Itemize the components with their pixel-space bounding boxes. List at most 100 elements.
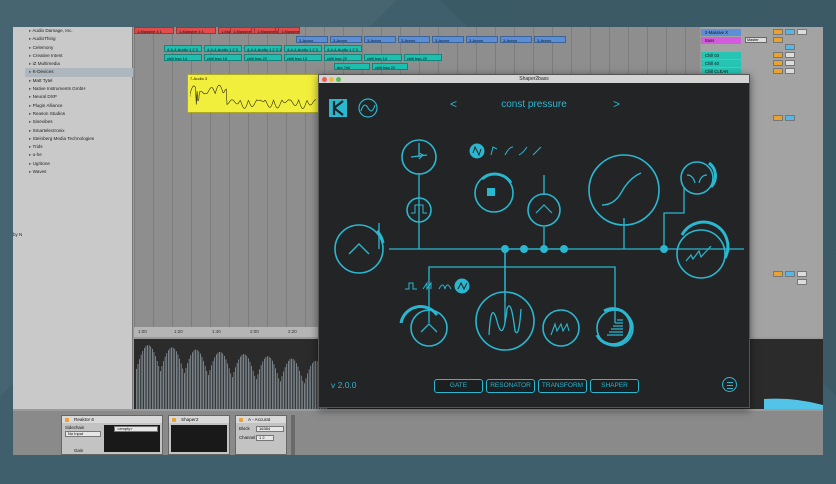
device-reaktor[interactable]: Reaktor 6 Sidechain No Input Gain <empty… <box>61 415 163 455</box>
solo-button[interactable] <box>785 52 795 58</box>
spectrum-bar <box>230 373 232 409</box>
browser-item[interactable]: Creative Intent <box>25 52 133 60</box>
spectrum-bar <box>289 359 291 409</box>
minimize-icon[interactable] <box>329 76 334 82</box>
close-icon[interactable] <box>322 76 327 82</box>
track-name[interactable]: Chill 40 <box>701 60 741 67</box>
browser-item[interactable]: Matt Tytel <box>25 77 133 85</box>
browser-item[interactable]: Ugritone <box>25 160 133 168</box>
device-shaper[interactable]: Shaper2 <box>168 415 230 455</box>
clip[interactable]: 1-Massive 4 1 <box>176 27 216 34</box>
solo-button[interactable] <box>785 29 795 35</box>
spectrum-bar <box>254 375 256 409</box>
spectrum-bar <box>160 371 161 409</box>
browser-item[interactable]: Trids <box>25 143 133 151</box>
browser-item[interactable]: iZ Multimedia <box>25 60 133 68</box>
clip[interactable]: 1-Massive 4 <box>254 27 276 34</box>
clip[interactable]: chill bsg 14 <box>364 54 402 61</box>
plugin-title-bar[interactable]: Shaper2bass <box>319 75 749 83</box>
browser-item[interactable]: Celemony <box>25 44 133 52</box>
clip[interactable]: chill bsg 22 <box>324 54 362 61</box>
maximize-icon[interactable] <box>336 76 341 82</box>
track-name[interactable]: 2-Massive X <box>701 29 741 36</box>
clip[interactable]: 1-Massive 4 1 <box>134 27 174 34</box>
browser-item[interactable]: Audio Damage, Inc. <box>25 27 133 35</box>
preset-select[interactable]: <empty> <box>114 426 158 432</box>
menu-icon[interactable] <box>722 377 737 392</box>
spectrum-bar <box>153 352 155 409</box>
spectrum-bar <box>208 375 209 409</box>
preset-name[interactable]: const pressure <box>469 99 599 110</box>
clip[interactable]: chill bsg 22 <box>404 54 442 61</box>
clip[interactable]: 3-Appro <box>432 36 464 43</box>
clip[interactable]: drp 7ell <box>334 63 370 70</box>
browser-item[interactable]: Waves <box>25 168 133 176</box>
channel-select[interactable]: 1 2 <box>256 435 274 441</box>
lfo-shape-icons <box>405 278 470 294</box>
browser-item[interactable]: Smartelectronix <box>25 127 133 135</box>
track-activator[interactable] <box>773 68 783 74</box>
arm-button[interactable] <box>797 279 807 285</box>
spectrum-bar <box>315 360 316 409</box>
clip[interactable]: 3-Appro <box>500 36 532 43</box>
spectrum-bar <box>275 368 276 409</box>
track-activator[interactable] <box>773 52 783 58</box>
clip[interactable]: 3-Appro <box>364 36 396 43</box>
browser-item[interactable]: Reason Studios <box>25 110 133 118</box>
track-activator[interactable] <box>773 115 783 121</box>
next-preset-button[interactable]: > <box>613 97 620 111</box>
tab-shaper[interactable]: SHAPER <box>590 379 639 393</box>
clip[interactable]: 4-4-4-Audio 1 2 3 <box>324 45 362 52</box>
arm-button[interactable] <box>797 29 807 35</box>
clip[interactable]: 1-Massive 4 <box>278 27 300 34</box>
track-name[interactable]: Chill 03 <box>701 52 741 59</box>
tab-transform[interactable]: TRANSFORM <box>538 379 587 393</box>
track-name[interactable]: Bass <box>701 37 741 44</box>
device-accurate[interactable]: A - Accurat Block 16384 Channel 1 2 <box>235 415 287 455</box>
browser-item[interactable]: Neural DSP <box>25 93 133 101</box>
tab-resonator[interactable]: RESONATOR <box>486 379 535 393</box>
solo-button[interactable] <box>785 271 795 277</box>
clip[interactable]: 3-Appro <box>466 36 498 43</box>
tab-gate[interactable]: GATE <box>434 379 483 393</box>
track-activator[interactable] <box>773 271 783 277</box>
clip[interactable]: chill bsg 18 <box>204 54 242 61</box>
track-activator[interactable] <box>773 37 783 43</box>
solo-button[interactable] <box>785 60 795 66</box>
spectrum-bar <box>280 381 281 409</box>
arm-button[interactable] <box>797 271 807 277</box>
audio-clip[interactable]: 7-Audio 3 <box>187 74 319 113</box>
clip[interactable]: chill bsg 14 <box>164 54 202 61</box>
browser-item[interactable]: Sinevibes <box>25 118 133 126</box>
clip[interactable]: 3-Appro <box>398 36 430 43</box>
track-activator[interactable] <box>773 60 783 66</box>
clip[interactable]: 4-4-4-Audio 1 2 3 <box>284 45 322 52</box>
clip[interactable]: 3-Appro <box>330 36 362 43</box>
browser-item[interactable]: AudioThing <box>25 35 133 43</box>
clip[interactable]: 3-Appro <box>296 36 328 43</box>
clip[interactable]: chill bsg 22 <box>244 54 282 61</box>
clip[interactable]: 1-Massive <box>230 27 252 34</box>
solo-button[interactable] <box>785 44 795 50</box>
browser-item[interactable]: Steinberg Media Technologies <box>25 135 133 143</box>
clip[interactable]: 4-4-4-Audio 1 2 3 <box>204 45 242 52</box>
clip[interactable]: chill bsg 13 <box>284 54 322 61</box>
browser-item[interactable]: Plugin Alliance <box>25 102 133 110</box>
clip[interactable]: chill bsg 22 <box>372 63 408 70</box>
clip[interactable]: 3-Appro <box>534 36 566 43</box>
spectrum-bar <box>249 361 251 409</box>
spectrum-bar <box>244 354 246 409</box>
track-activator[interactable] <box>773 29 783 35</box>
browser-item[interactable]: K-Devices <box>25 68 133 77</box>
block-size-select[interactable]: 16384 <box>256 426 284 432</box>
clip[interactable]: 4-4-4-Audio 1 2 3 <box>164 45 202 52</box>
browser-item[interactable]: u-he <box>25 151 133 159</box>
output-select[interactable]: Master <box>745 37 767 43</box>
prev-preset-button[interactable]: < <box>450 97 457 111</box>
spectrum-bar <box>312 363 313 409</box>
solo-button[interactable] <box>785 68 795 74</box>
browser-item[interactable]: Native Instruments GmbH <box>25 85 133 93</box>
clip[interactable]: 4-4-4-Audio 1 2 3 1 <box>244 45 282 52</box>
sidechain-input-select[interactable]: No Input <box>65 431 101 437</box>
solo-button[interactable] <box>785 115 795 121</box>
